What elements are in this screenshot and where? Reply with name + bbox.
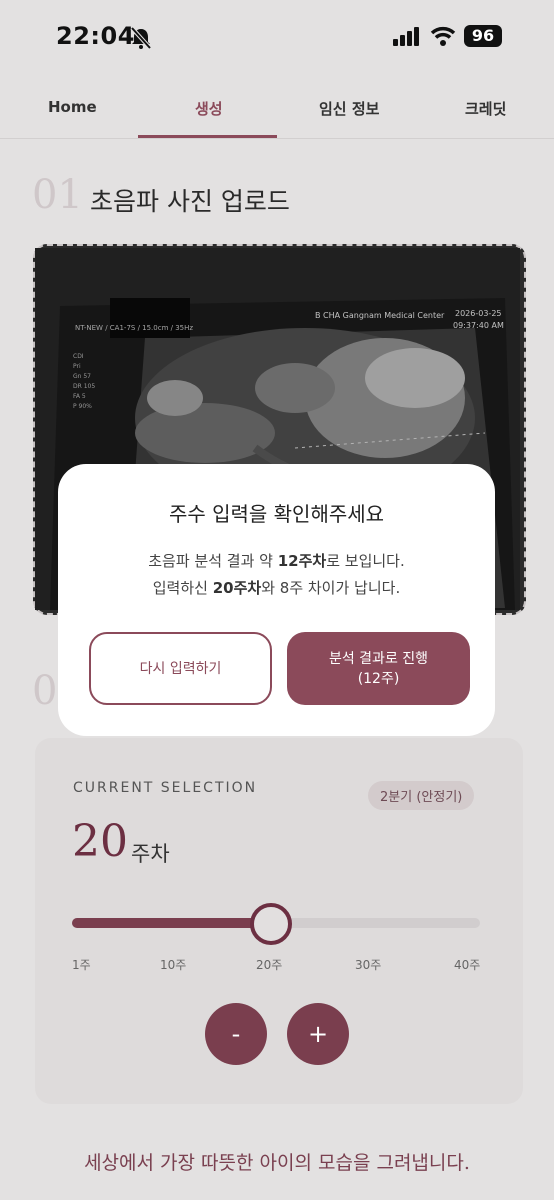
week-slider-thumb[interactable] — [249, 903, 292, 945]
current-selection-label: CURRENT SELECTION — [73, 780, 258, 796]
slider-tick-label: 10주 — [160, 958, 187, 972]
battery-indicator: 96 — [464, 25, 502, 47]
slider-tick-label: 1주 — [72, 958, 91, 972]
active-tab-indicator — [138, 135, 277, 138]
trimester-badge: 2분기 (안정기) — [368, 781, 475, 810]
section-title: 초음파 사진 업로드 — [90, 187, 290, 216]
section-number: 01 — [32, 172, 83, 218]
tab-generate[interactable]: 생성 — [195, 98, 223, 119]
status-time: 22:04 — [56, 22, 135, 50]
top-tab-bar: Home 생성 임신 정보 크레딧 — [0, 80, 554, 139]
week-value: 20 — [72, 816, 128, 867]
slider-tick-label: 30주 — [355, 958, 382, 972]
footer-tagline: 세상에서 가장 따뜻한 아이의 모습을 그려냅니다. — [84, 1152, 470, 1174]
modal-message-line2: 입력하신 20주차와 8주 차이가 납니다. — [152, 579, 401, 597]
modal-title: 주수 입력을 확인해주세요 — [168, 502, 385, 526]
decrement-button[interactable]: - — [205, 1003, 267, 1065]
re-enter-button[interactable]: 다시 입력하기 — [89, 632, 272, 705]
bell-muted-icon — [130, 26, 152, 50]
increment-button[interactable]: + — [287, 1003, 349, 1065]
slider-tick-label: 40주 — [454, 958, 481, 972]
slider-tick-label: 20주 — [256, 958, 283, 972]
cellular-signal-icon — [393, 27, 419, 46]
week-slider-fill — [72, 918, 271, 928]
tab-home[interactable]: Home — [48, 98, 97, 116]
modal-message-line1: 초음파 분석 결과 약 12주차로 보입니다. — [148, 552, 405, 570]
proceed-with-analysis-button[interactable]: 분석 결과로 진행 (12주) — [287, 632, 470, 705]
week-unit: 주차 — [131, 842, 170, 866]
tab-credit[interactable]: 크레딧 — [465, 98, 506, 119]
section-number: 0 — [32, 668, 58, 714]
wifi-icon — [430, 26, 456, 46]
tab-pregnancy-info[interactable]: 임신 정보 — [319, 98, 379, 119]
